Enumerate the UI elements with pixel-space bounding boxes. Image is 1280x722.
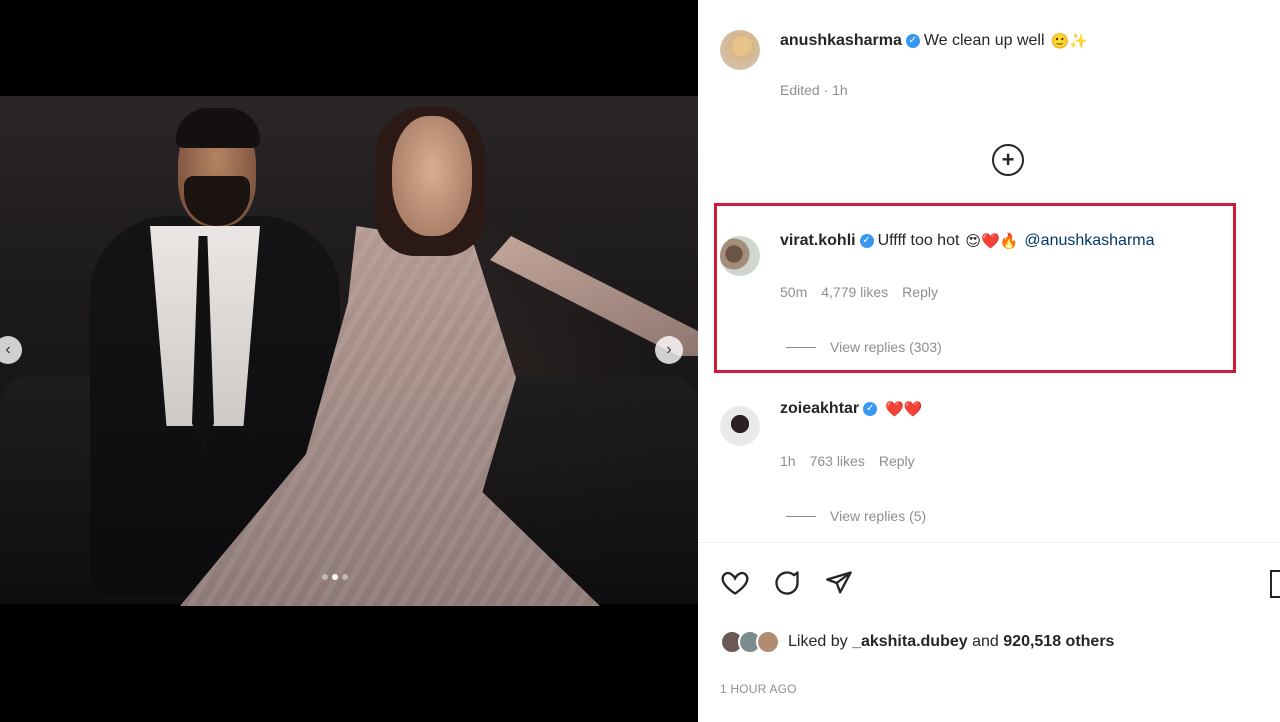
likes-summary[interactable]: Liked by _akshita.dubey and 920,518 othe… xyxy=(720,630,1114,654)
comment-meta: 50m 4,779 likes Reply xyxy=(780,284,952,300)
photo-woman-head xyxy=(392,116,472,236)
post-side-panel: anushkasharma ✓ We clean up well 🙂✨ Edit… xyxy=(698,0,1280,722)
divider xyxy=(786,346,816,348)
plus-circle-icon: + xyxy=(1001,147,1015,172)
comment-likes[interactable]: 763 likes xyxy=(810,453,865,469)
comment-mention-link[interactable]: @anushkasharma xyxy=(1024,232,1154,250)
section-divider xyxy=(698,542,1280,543)
chevron-left-icon: ‹ xyxy=(5,341,11,358)
reply-button[interactable]: Reply xyxy=(879,453,915,469)
post-photo[interactable] xyxy=(0,96,698,606)
carousel-dot-active xyxy=(332,574,338,580)
bookmark-icon[interactable] xyxy=(1270,570,1280,598)
comment-username[interactable]: zoieakhtar xyxy=(780,400,859,418)
heart-icon xyxy=(721,571,749,595)
comment-emoji: ❤️❤️ xyxy=(885,400,923,418)
comment-line: zoieakhtar ✓ ❤️❤️ xyxy=(780,400,923,418)
verified-badge-icon: ✓ xyxy=(863,402,878,416)
caption-emoji: 🙂✨ xyxy=(1050,32,1088,50)
carousel-dot xyxy=(342,574,348,580)
likes-text: Liked by _akshita.dubey and 920,518 othe… xyxy=(788,633,1114,651)
comment-time: 1h xyxy=(780,453,796,469)
chevron-right-icon: › xyxy=(666,341,672,358)
share-button[interactable] xyxy=(824,568,854,598)
caption-username[interactable]: anushkasharma xyxy=(780,32,902,50)
like-button[interactable] xyxy=(720,568,750,598)
avatar[interactable] xyxy=(720,30,760,70)
comment-button[interactable] xyxy=(772,568,802,598)
action-bar xyxy=(720,568,854,598)
avatar[interactable] xyxy=(720,236,760,276)
verified-badge-icon: ✓ xyxy=(905,34,920,48)
post-media: ‹ › xyxy=(0,0,698,722)
avatar xyxy=(756,630,780,654)
view-replies-button[interactable]: View replies (303) xyxy=(786,339,956,355)
liker-username[interactable]: _akshita.dubey xyxy=(852,633,968,650)
carousel-next-button[interactable]: › xyxy=(655,336,683,364)
divider xyxy=(786,515,816,517)
comment-username[interactable]: virat.kohli xyxy=(780,232,856,250)
comment-emoji: 😍❤️🔥 xyxy=(965,232,1019,250)
view-replies-button[interactable]: View replies (5) xyxy=(786,508,940,524)
carousel-dot xyxy=(322,574,328,580)
verified-badge-icon: ✓ xyxy=(859,234,874,248)
comment-text: Uffff too hot xyxy=(877,232,960,249)
comment-meta: 1h 763 likes Reply xyxy=(780,453,929,469)
view-replies-label: View replies (303) xyxy=(830,339,942,355)
liker-avatars xyxy=(720,630,780,654)
caption-meta: Edited · 1h xyxy=(780,82,848,98)
comment-time: 50m xyxy=(780,284,808,300)
caption-text: We clean up well xyxy=(923,32,1045,49)
likes-prefix: Liked by xyxy=(788,633,848,650)
avatar[interactable] xyxy=(720,406,760,446)
comment-line: virat.kohli ✓ Uffff too hot 😍❤️🔥 @anushk… xyxy=(780,232,1155,250)
post-timestamp: 1 HOUR AGO xyxy=(720,682,797,696)
carousel-dots xyxy=(322,574,348,580)
comment-likes[interactable]: 4,779 likes xyxy=(821,284,888,300)
likes-and: and xyxy=(972,633,999,650)
likes-others-link[interactable]: 920,518 others xyxy=(1003,633,1114,650)
photo-man-hair xyxy=(176,108,260,148)
load-more-comments-button[interactable]: + xyxy=(992,144,1024,176)
caption-line: anushkasharma ✓ We clean up well 🙂✨ xyxy=(780,32,1088,50)
send-icon xyxy=(826,571,852,594)
comment-bubble-icon xyxy=(775,571,799,595)
view-replies-label: View replies (5) xyxy=(830,508,927,524)
reply-button[interactable]: Reply xyxy=(902,284,938,300)
